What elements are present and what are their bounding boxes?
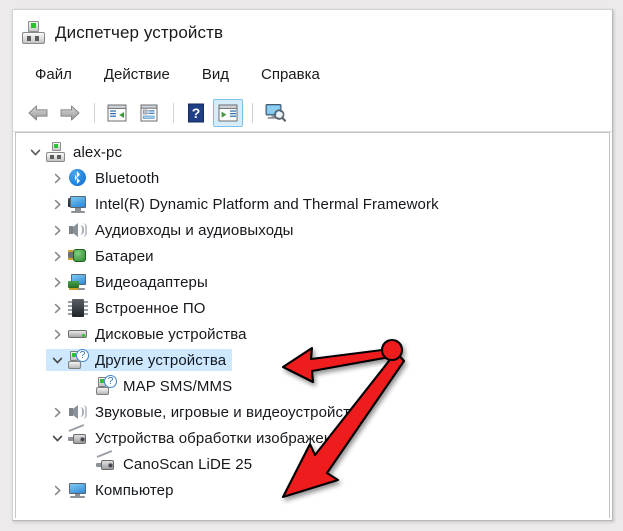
tree-item-label: Bluetooth [95, 169, 160, 187]
svg-text:?: ? [192, 105, 201, 121]
tree-row[interactable]: Батареи [16, 243, 609, 269]
tree-item-label: MAP SMS/MMS [123, 377, 233, 395]
speaker-icon [68, 402, 88, 422]
tree-row-canoscan[interactable]: CanoScan LiDE 25 [16, 450, 609, 477]
show-hide-tree-button[interactable] [102, 99, 132, 127]
tree-row[interactable]: Bluetooth [16, 165, 609, 191]
tree-item-label: Intel(R) Dynamic Platform and Thermal Fr… [95, 195, 439, 213]
title-bar: Диспетчер устройств [13, 10, 612, 55]
chevron-right-icon[interactable] [46, 271, 68, 293]
arrow-right-icon [60, 105, 80, 120]
chevron-right-icon[interactable] [46, 193, 68, 215]
toolbar-separator-3 [252, 102, 253, 123]
menu-item-help[interactable]: Справка [259, 64, 322, 85]
tree-row[interactable]: Дисковые устройства [16, 321, 609, 347]
computer-icon [21, 20, 47, 46]
chevron-right-icon[interactable] [46, 401, 68, 423]
unknown-device-icon: ? [96, 375, 117, 396]
tree-row-other-devices[interactable]: ? Другие устройства [16, 347, 609, 373]
update-driver-button[interactable] [213, 98, 243, 127]
chevron-down-icon[interactable] [46, 427, 68, 449]
tree-row[interactable]: ? MAP SMS/MMS [16, 373, 609, 399]
menu-item-action[interactable]: Действие [102, 64, 172, 85]
device-tree-panel[interactable]: alex-pc Bluetooth Intel(R) Dynamic Platf… [15, 132, 610, 518]
imaging-device-icon [96, 450, 116, 474]
back-button[interactable] [23, 99, 53, 127]
menu-item-file[interactable]: Файл [33, 64, 74, 85]
tree-item-label: Другие устройства [95, 351, 227, 369]
tree-item-label: CanoScan LiDE 25 [123, 455, 253, 473]
tree-row[interactable]: Встроенное ПО [16, 295, 609, 321]
forward-button[interactable] [55, 99, 85, 127]
disk-drive-icon [68, 324, 88, 344]
tree-row[interactable]: Intel(R) Dynamic Platform and Thermal Fr… [16, 191, 609, 217]
monitor-icon [68, 480, 88, 500]
chevron-down-icon[interactable] [24, 141, 46, 163]
chevron-right-icon[interactable] [46, 479, 68, 501]
chevron-right-icon[interactable] [46, 297, 68, 319]
firmware-chip-icon [68, 298, 88, 318]
chevron-right-icon[interactable] [46, 323, 68, 345]
help-button[interactable]: ? [181, 99, 211, 127]
toolbar: ? [13, 94, 612, 132]
speaker-icon [68, 220, 88, 240]
twisty-placeholder [74, 453, 96, 475]
chevron-right-icon[interactable] [46, 219, 68, 241]
window-title: Диспетчер устройств [55, 22, 224, 42]
tree-item-label: Компьютер [95, 481, 174, 499]
display-adapter-icon [68, 272, 88, 292]
imaging-device-icon [68, 424, 88, 448]
menu-bar: Файл Действие Вид Справка [13, 55, 612, 94]
question-mark-icon: ? [188, 103, 204, 122]
tree-item-label: Звуковые, игровые и видеоустройства [95, 403, 367, 421]
tree-row[interactable]: alex-pc [16, 139, 609, 165]
tree-row[interactable]: Звуковые, игровые и видеоустройства [16, 399, 609, 425]
tree-item-label: Батареи [95, 247, 154, 265]
tree-item-label: alex-pc [73, 143, 123, 161]
system-device-icon [68, 194, 88, 214]
properties-button[interactable] [134, 99, 164, 127]
tree-row[interactable]: Аудиовходы и аудиовыходы [16, 217, 609, 243]
toolbar-separator-2 [173, 102, 174, 123]
tree-item-label: Встроенное ПО [95, 299, 206, 317]
play-pane-icon [218, 104, 238, 121]
unknown-device-icon: ? [68, 349, 89, 370]
chevron-right-icon[interactable] [46, 245, 68, 267]
tree-row[interactable]: Компьютер [16, 477, 609, 503]
tree-item-label: Аудиовходы и аудиовыходы [95, 221, 294, 239]
properties-icon [140, 104, 158, 121]
device-tree: alex-pc Bluetooth Intel(R) Dynamic Platf… [16, 133, 609, 503]
arrow-left-icon [28, 105, 48, 120]
tree-item-label: Дисковые устройства [95, 325, 247, 343]
battery-icon [68, 246, 88, 266]
scan-hardware-button[interactable] [260, 99, 290, 127]
tree-pane-icon [107, 104, 127, 121]
tree-row[interactable]: Видеоадаптеры [16, 269, 609, 295]
tree-item-label: Устройства обработки изображений [95, 429, 350, 447]
device-manager-window: Диспетчер устройств Файл Действие Вид Сп… [12, 9, 613, 521]
monitor-search-icon [265, 104, 286, 122]
chevron-down-icon[interactable] [46, 349, 68, 371]
tree-row[interactable]: Устройства обработки изображений [16, 424, 609, 451]
tree-item-label: Видеоадаптеры [95, 273, 208, 291]
twisty-placeholder [74, 375, 96, 397]
bluetooth-icon [68, 168, 88, 188]
computer-icon [46, 142, 66, 162]
toolbar-separator-1 [94, 102, 95, 123]
menu-item-view[interactable]: Вид [200, 64, 231, 85]
chevron-right-icon[interactable] [46, 167, 68, 189]
